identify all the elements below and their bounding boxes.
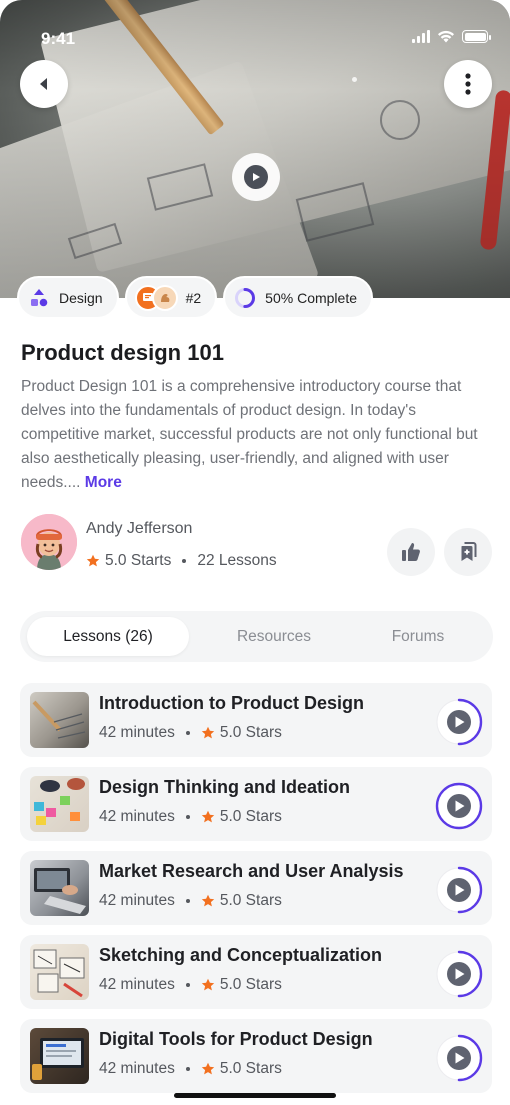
chevron-left-icon (40, 78, 47, 90)
author-name[interactable]: Andy Jefferson (86, 520, 192, 538)
lesson-play-button[interactable] (434, 781, 484, 831)
star-icon (201, 1062, 215, 1075)
bookmark-button[interactable] (444, 528, 492, 576)
battery-icon (462, 30, 491, 43)
lesson-rating: 5.0 Stars (219, 808, 282, 825)
lesson-meta: 42 minutes 5.0 Stars (99, 892, 282, 910)
bookmark-add-icon (461, 542, 477, 561)
lesson-rating: 5.0 Stars (219, 892, 282, 909)
lesson-rating: 5.0 Stars (219, 976, 282, 993)
dot-separator (182, 559, 187, 563)
more-vertical-icon (465, 73, 471, 95)
progress-chip: 50% Complete (223, 276, 373, 319)
lesson-duration: 42 minutes (99, 808, 175, 825)
muscle-badge-icon (151, 284, 178, 311)
home-indicator (174, 1093, 336, 1098)
lesson-play-button[interactable] (434, 1033, 484, 1083)
lesson-item-design-thinking[interactable]: Design Thinking and Ideation 42 minutes … (20, 767, 492, 841)
course-tags: Design #2 50% Complete (17, 276, 373, 319)
lesson-meta: 42 minutes 5.0 Stars (99, 1060, 282, 1078)
lesson-play-button[interactable] (434, 697, 484, 747)
tab-lessons[interactable]: Lessons (26) (27, 617, 189, 656)
lesson-duration: 42 minutes (99, 724, 175, 741)
dot-separator (185, 899, 190, 903)
star-icon (201, 978, 215, 991)
star-icon (86, 554, 100, 567)
lesson-item-sketching[interactable]: Sketching and Conceptualization 42 minut… (20, 935, 492, 1009)
lesson-thumbnail (30, 860, 89, 916)
wifi-icon (438, 30, 454, 43)
lesson-thumbnail (30, 692, 89, 748)
lesson-item-introduction[interactable]: Introduction to Product Design 42 minute… (20, 683, 492, 757)
lesson-title: Introduction to Product Design (99, 693, 364, 713)
lesson-item-digital-tools[interactable]: Digital Tools for Product Design 42 minu… (20, 1019, 492, 1093)
author-lesson-count: 22 Lessons (197, 552, 277, 569)
lesson-title: Digital Tools for Product Design (99, 1029, 373, 1049)
lesson-duration: 42 minutes (99, 1060, 175, 1077)
lesson-thumbnail (30, 1028, 89, 1084)
author-row: Andy Jefferson 5.0 Starts 22 Lessons (21, 514, 492, 576)
read-more-link[interactable]: More (85, 474, 122, 491)
lesson-meta: 42 minutes 5.0 Stars (99, 724, 282, 742)
progress-label: 50% Complete (265, 289, 357, 306)
course-title: Product design 101 (21, 340, 224, 365)
lesson-duration: 42 minutes (99, 892, 175, 909)
lesson-play-button[interactable] (434, 865, 484, 915)
lesson-title: Design Thinking and Ideation (99, 777, 351, 797)
avatar[interactable] (21, 514, 77, 570)
lesson-meta: 42 minutes 5.0 Stars (99, 976, 282, 994)
design-category-icon (27, 286, 51, 310)
status-icons (412, 30, 491, 43)
tab-resources[interactable]: Resources (193, 617, 355, 656)
lesson-duration: 42 minutes (99, 976, 175, 993)
lesson-meta: 42 minutes 5.0 Stars (99, 808, 282, 826)
lesson-item-market-research[interactable]: Market Research and User Analysis 42 min… (20, 851, 492, 925)
dot-separator (185, 815, 190, 819)
thumbs-up-icon (402, 543, 420, 561)
more-options-button[interactable] (444, 60, 492, 108)
rank-label: #2 (185, 289, 202, 306)
star-icon (201, 810, 215, 823)
author-stats: 5.0 Starts 22 Lessons (86, 552, 277, 570)
dot-separator (185, 983, 190, 987)
course-description: Product Design 101 is a comprehensive in… (21, 375, 493, 495)
author-rating: 5.0 Starts (105, 552, 172, 569)
category-chip[interactable]: Design (17, 276, 119, 319)
cellular-signal-icon (412, 30, 430, 43)
tab-forums[interactable]: Forums (337, 617, 499, 656)
dot-separator (185, 731, 190, 735)
star-icon (201, 726, 215, 739)
star-icon (201, 894, 215, 907)
lesson-title: Sketching and Conceptualization (99, 945, 383, 965)
dot-separator (185, 1067, 190, 1071)
achievement-badges (134, 284, 178, 311)
course-tabs: Lessons (26) Resources Forums (20, 611, 493, 662)
rank-chip[interactable]: #2 (124, 276, 218, 319)
category-label: Design (59, 289, 103, 306)
lesson-title: Market Research and User Analysis (99, 861, 404, 881)
lesson-rating: 5.0 Stars (219, 724, 282, 741)
lesson-thumbnail (30, 944, 89, 1000)
status-bar: 9:41 (0, 0, 510, 60)
hero-dot (352, 77, 357, 82)
status-time: 9:41 (41, 29, 76, 48)
like-button[interactable] (387, 528, 435, 576)
back-button[interactable] (20, 60, 68, 108)
progress-ring-icon (233, 286, 257, 310)
play-preview-button[interactable] (232, 153, 280, 201)
play-icon-disc (244, 165, 268, 189)
phone-screen: 9:41 Design #2 50% Complete Product desi… (0, 0, 510, 1105)
lesson-thumbnail (30, 776, 89, 832)
lesson-rating: 5.0 Stars (219, 1060, 282, 1077)
lesson-play-button[interactable] (434, 949, 484, 999)
play-icon (253, 173, 260, 181)
